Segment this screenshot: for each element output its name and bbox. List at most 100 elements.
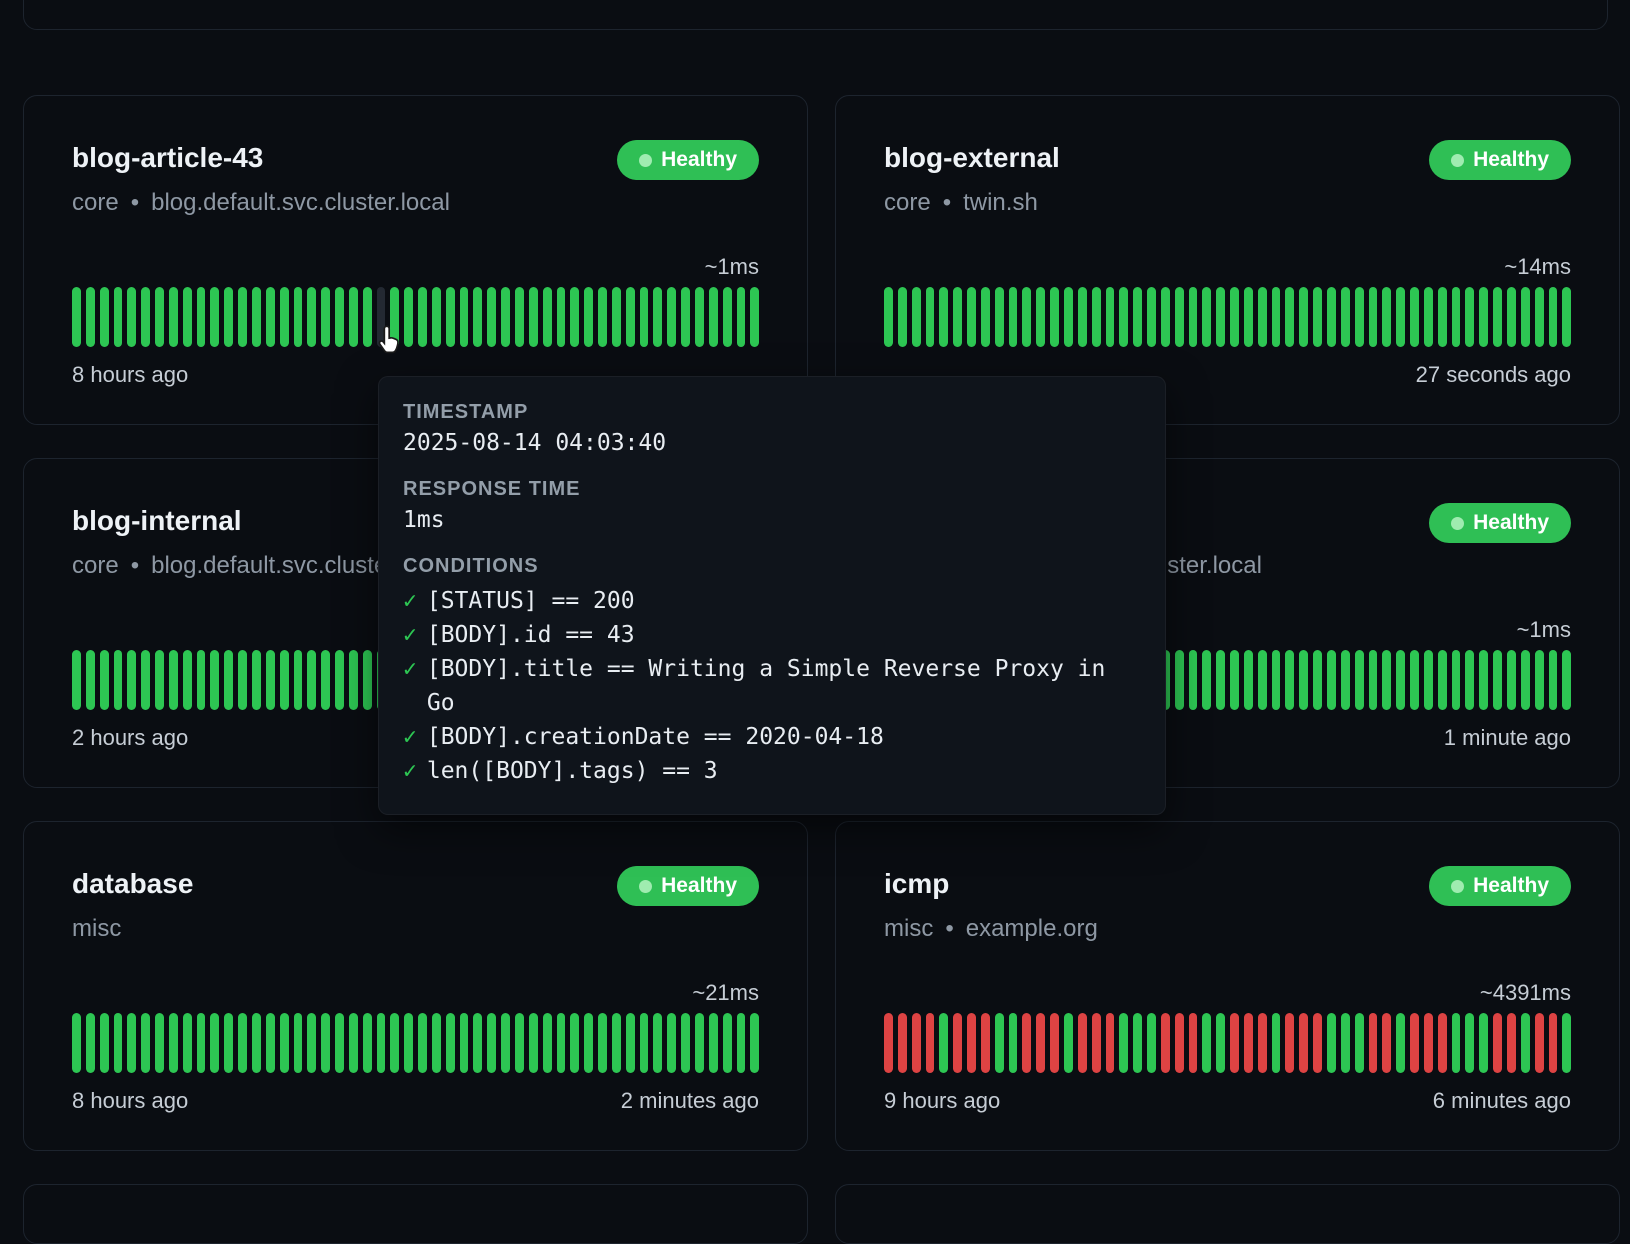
uptime-bar[interactable] (1064, 287, 1073, 347)
uptime-bars[interactable] (884, 1013, 1571, 1073)
uptime-bar[interactable] (1479, 1013, 1488, 1073)
uptime-bar[interactable] (1119, 287, 1128, 347)
uptime-bar[interactable] (169, 287, 178, 347)
uptime-bar[interactable] (210, 650, 219, 710)
uptime-bar[interactable] (1244, 287, 1253, 347)
uptime-bar[interactable] (995, 1013, 1004, 1073)
uptime-bar[interactable] (557, 287, 566, 347)
uptime-bar[interactable] (723, 287, 732, 347)
uptime-bar[interactable] (155, 1013, 164, 1073)
uptime-bar[interactable] (446, 287, 455, 347)
uptime-bar[interactable] (967, 1013, 976, 1073)
uptime-bar[interactable] (584, 1013, 593, 1073)
uptime-bar[interactable] (1258, 287, 1267, 347)
uptime-bar[interactable] (1369, 650, 1378, 710)
uptime-bar[interactable] (1244, 650, 1253, 710)
uptime-bar[interactable] (1119, 1013, 1128, 1073)
uptime-bar[interactable] (335, 1013, 344, 1073)
uptime-bar[interactable] (1521, 287, 1530, 347)
uptime-bar[interactable] (557, 1013, 566, 1073)
uptime-bar[interactable] (418, 287, 427, 347)
uptime-bars[interactable] (72, 1013, 759, 1073)
uptime-bar[interactable] (1327, 650, 1336, 710)
uptime-bar[interactable] (737, 287, 746, 347)
uptime-bar[interactable] (1092, 1013, 1101, 1073)
uptime-bar[interactable] (86, 287, 95, 347)
uptime-bar[interactable] (252, 287, 261, 347)
uptime-bar[interactable] (926, 1013, 935, 1073)
uptime-bar[interactable] (1438, 287, 1447, 347)
uptime-bar[interactable] (1507, 287, 1516, 347)
uptime-bar[interactable] (1341, 650, 1350, 710)
uptime-bar[interactable] (1258, 650, 1267, 710)
uptime-bar[interactable] (349, 1013, 358, 1073)
uptime-bar[interactable] (1147, 287, 1156, 347)
uptime-bar[interactable] (349, 287, 358, 347)
uptime-bar[interactable] (307, 650, 316, 710)
uptime-bar[interactable] (307, 287, 316, 347)
uptime-bar[interactable] (377, 1013, 386, 1073)
uptime-bar[interactable] (626, 1013, 635, 1073)
uptime-bar[interactable] (1355, 287, 1364, 347)
uptime-bar[interactable] (1216, 650, 1225, 710)
uptime-bar[interactable] (473, 287, 482, 347)
uptime-bar[interactable] (238, 1013, 247, 1073)
uptime-bar[interactable] (114, 1013, 123, 1073)
uptime-bar[interactable] (197, 287, 206, 347)
uptime-bar[interactable] (377, 287, 386, 347)
uptime-bar[interactable] (529, 287, 538, 347)
uptime-bar[interactable] (1479, 650, 1488, 710)
uptime-bar[interactable] (1535, 650, 1544, 710)
uptime-bar[interactable] (653, 287, 662, 347)
uptime-bar[interactable] (723, 1013, 732, 1073)
uptime-bar[interactable] (127, 287, 136, 347)
uptime-bar[interactable] (981, 287, 990, 347)
uptime-bar[interactable] (1272, 1013, 1281, 1073)
uptime-bar[interactable] (1161, 1013, 1170, 1073)
uptime-bar[interactable] (86, 1013, 95, 1073)
uptime-bar[interactable] (1410, 650, 1419, 710)
uptime-bar[interactable] (460, 1013, 469, 1073)
uptime-bar[interactable] (1562, 287, 1571, 347)
uptime-bars[interactable] (72, 287, 759, 347)
uptime-bar[interactable] (1216, 287, 1225, 347)
uptime-bar[interactable] (1521, 1013, 1530, 1073)
uptime-bar[interactable] (1341, 287, 1350, 347)
uptime-bar[interactable] (1424, 1013, 1433, 1073)
uptime-bar[interactable] (1175, 287, 1184, 347)
uptime-bar[interactable] (280, 650, 289, 710)
uptime-bar[interactable] (1313, 287, 1322, 347)
uptime-bar[interactable] (939, 287, 948, 347)
uptime-bar[interactable] (1549, 287, 1558, 347)
uptime-bar[interactable] (1410, 287, 1419, 347)
uptime-bar[interactable] (321, 650, 330, 710)
uptime-bar[interactable] (1549, 1013, 1558, 1073)
uptime-bar[interactable] (1106, 287, 1115, 347)
uptime-bar[interactable] (1230, 1013, 1239, 1073)
uptime-bar[interactable] (363, 650, 372, 710)
uptime-bar[interactable] (141, 1013, 150, 1073)
uptime-bar[interactable] (1410, 1013, 1419, 1073)
uptime-bar[interactable] (1562, 650, 1571, 710)
uptime-bar[interactable] (501, 1013, 510, 1073)
uptime-bar[interactable] (404, 1013, 413, 1073)
uptime-bar[interactable] (418, 1013, 427, 1073)
uptime-bar[interactable] (912, 1013, 921, 1073)
uptime-bar[interactable] (653, 1013, 662, 1073)
uptime-bar[interactable] (197, 1013, 206, 1073)
uptime-bar[interactable] (926, 287, 935, 347)
uptime-bar[interactable] (953, 1013, 962, 1073)
uptime-bar[interactable] (335, 650, 344, 710)
uptime-bar[interactable] (598, 287, 607, 347)
uptime-bar[interactable] (1078, 1013, 1087, 1073)
uptime-bar[interactable] (460, 287, 469, 347)
uptime-bar[interactable] (681, 1013, 690, 1073)
uptime-bar[interactable] (86, 650, 95, 710)
uptime-bar[interactable] (1244, 1013, 1253, 1073)
uptime-bar[interactable] (1535, 1013, 1544, 1073)
uptime-bar[interactable] (529, 1013, 538, 1073)
uptime-bar[interactable] (1369, 1013, 1378, 1073)
uptime-bar[interactable] (100, 1013, 109, 1073)
uptime-bar[interactable] (1396, 650, 1405, 710)
uptime-bar[interactable] (349, 650, 358, 710)
